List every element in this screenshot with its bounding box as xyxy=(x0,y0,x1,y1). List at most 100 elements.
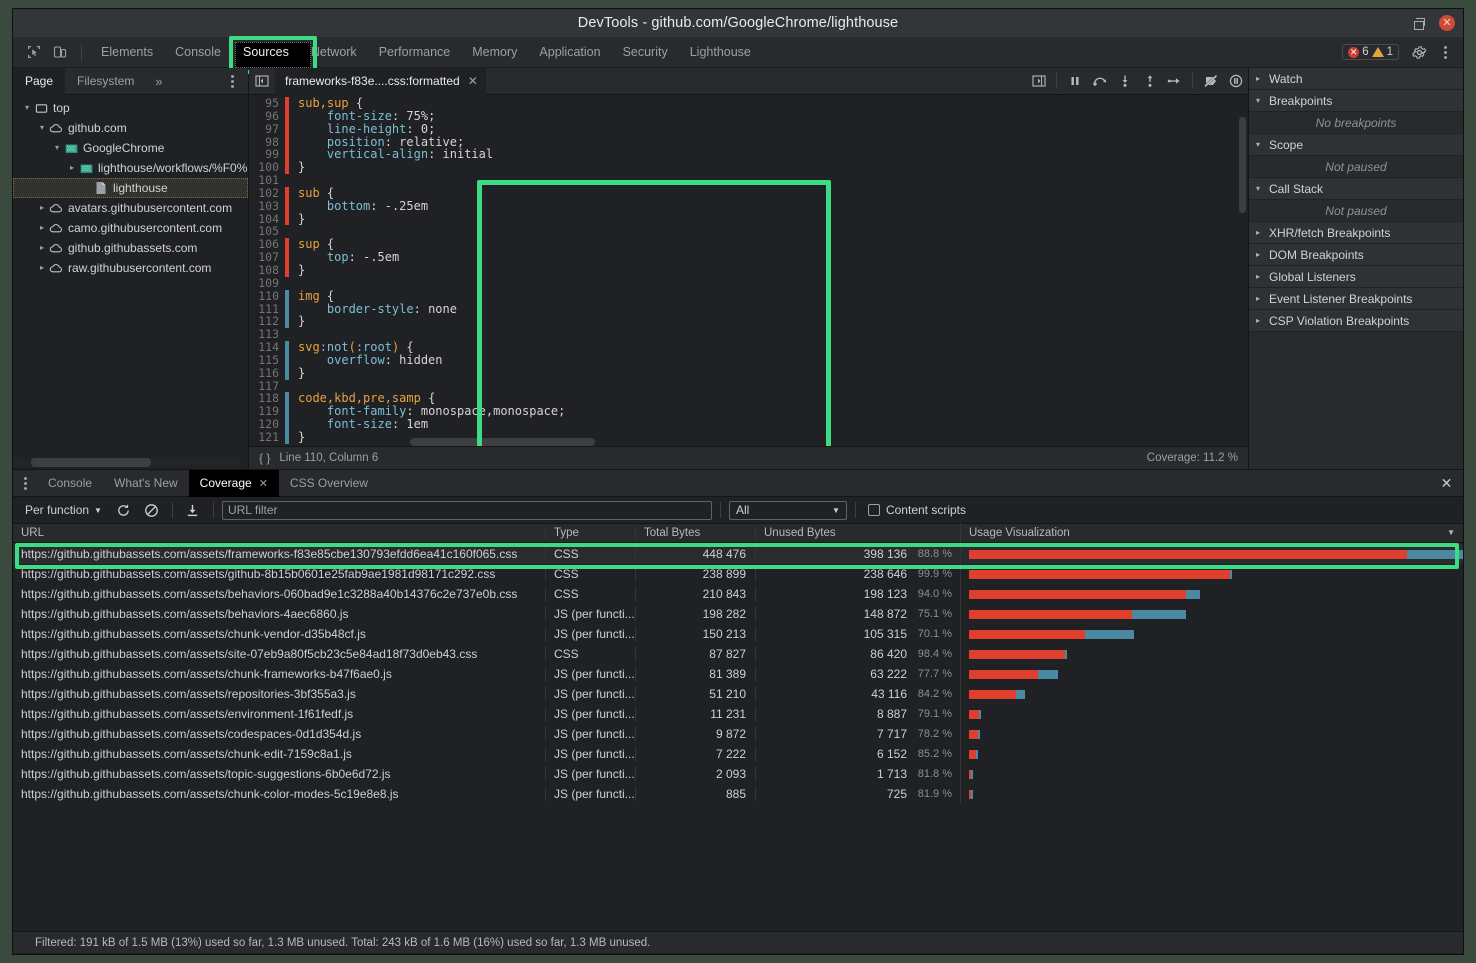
coverage-mode-select[interactable]: Per function ▼ xyxy=(19,503,108,517)
table-row[interactable]: https://github.githubassets.com/assets/c… xyxy=(13,724,1463,744)
code-editor[interactable]: 95 sub,sup {96 font-size: 75%; 97 line-hei… xyxy=(249,95,1248,446)
content-scripts-checkbox[interactable]: Content scripts xyxy=(867,503,966,517)
tree-node[interactable]: ▾ top xyxy=(13,98,248,118)
navigator-horizontal-scrollbar[interactable] xyxy=(13,458,241,467)
tab-elements[interactable]: Elements xyxy=(90,37,164,68)
code-line[interactable]: 104} xyxy=(249,212,1248,226)
nav-more-tabs-icon[interactable]: » xyxy=(146,74,171,89)
tab-sources[interactable]: Sources xyxy=(232,37,300,68)
more-options-icon[interactable] xyxy=(1433,40,1457,64)
chevron-down-icon[interactable]: ▾ xyxy=(21,98,33,118)
code-line[interactable]: 107 top: -.5em xyxy=(249,251,1248,264)
step-icon[interactable] xyxy=(1162,68,1187,95)
drawer-tab-css-overview[interactable]: CSS Overview xyxy=(279,470,379,497)
code-line[interactable]: 111 border-style: none xyxy=(249,302,1248,316)
tree-node[interactable]: ▸ avatars.githubusercontent.com xyxy=(13,198,248,218)
code-line[interactable]: 112} xyxy=(249,315,1248,329)
code-line[interactable]: 99 vertical-align: initial xyxy=(249,148,1248,162)
gear-icon[interactable] xyxy=(1407,40,1431,64)
tree-node[interactable]: ▸ github.githubassets.com xyxy=(13,238,248,258)
chevron-right-icon[interactable]: ▸ xyxy=(36,198,48,218)
coverage-rows[interactable]: https://github.githubassets.com/assets/f… xyxy=(13,543,1463,931)
sidebar-section-csp-violation-breakpoints[interactable]: ▸ CSP Violation Breakpoints xyxy=(1249,310,1463,332)
tab-lighthouse[interactable]: Lighthouse xyxy=(679,37,762,68)
tab-security[interactable]: Security xyxy=(612,37,679,68)
drawer-tab-whats-new[interactable]: What's New xyxy=(103,470,189,497)
restore-icon[interactable] xyxy=(1412,17,1425,30)
nav-tab-page[interactable]: Page xyxy=(13,67,66,95)
table-row[interactable]: https://github.githubassets.com/assets/c… xyxy=(13,664,1463,684)
step-over-icon[interactable] xyxy=(1087,68,1112,95)
table-row[interactable]: https://github.githubassets.com/assets/c… xyxy=(13,624,1463,644)
chevron-right-icon[interactable]: ▸ xyxy=(66,158,78,178)
drawer-tab-console[interactable]: Console xyxy=(37,470,103,497)
chevron-down-icon[interactable]: ▾ xyxy=(51,138,63,158)
tree-node[interactable]: ▸ raw.githubusercontent.com xyxy=(13,258,248,278)
chevron-down-icon[interactable]: ▾ xyxy=(36,118,48,138)
tree-node[interactable]: ▸ lighthouse/workflows/%F0% xyxy=(13,158,248,178)
table-row[interactable]: https://github.githubassets.com/assets/c… xyxy=(13,744,1463,764)
editor-horizontal-scrollbar[interactable] xyxy=(295,438,1248,446)
pause-script-icon[interactable] xyxy=(1062,68,1087,95)
tree-node[interactable]: ▾ GoogleChrome xyxy=(13,138,248,158)
table-row[interactable]: https://github.githubassets.com/assets/s… xyxy=(13,644,1463,664)
sidebar-section-breakpoints[interactable]: ▾ Breakpoints xyxy=(1249,90,1463,112)
step-out-icon[interactable] xyxy=(1137,68,1162,95)
tree-node[interactable]: ▾ github.com xyxy=(13,118,248,138)
column-header-type[interactable]: Type xyxy=(545,527,635,539)
tree-node[interactable]: ▸ camo.githubusercontent.com xyxy=(13,218,248,238)
close-icon[interactable]: ✕ xyxy=(468,74,478,88)
reload-icon[interactable] xyxy=(112,499,136,521)
drawer-tab-coverage[interactable]: Coverage ✕ xyxy=(188,469,279,497)
column-header-url[interactable]: URL xyxy=(13,527,545,539)
export-icon[interactable] xyxy=(181,499,205,521)
table-row[interactable]: https://github.githubassets.com/assets/e… xyxy=(13,704,1463,724)
code-line[interactable]: 108} xyxy=(249,264,1248,277)
code-line[interactable]: 105 xyxy=(249,225,1248,238)
chevron-right-icon[interactable]: ▸ xyxy=(36,218,48,238)
nav-tab-filesystem[interactable]: Filesystem xyxy=(65,68,146,95)
show-navigator-icon[interactable] xyxy=(249,68,275,95)
tab-performance[interactable]: Performance xyxy=(368,37,462,68)
tree-node[interactable]: lighthouse xyxy=(13,178,248,198)
code-line[interactable]: 120 font-size: 1em xyxy=(249,418,1248,431)
column-header-unused-bytes[interactable]: Unused Bytes xyxy=(755,527,960,539)
table-row[interactable]: https://github.githubassets.com/assets/c… xyxy=(13,784,1463,804)
chevron-right-icon[interactable]: ▸ xyxy=(36,258,48,278)
sidebar-section-scope[interactable]: ▾ Scope xyxy=(1249,134,1463,156)
sidebar-section-global-listeners[interactable]: ▸ Global Listeners xyxy=(1249,266,1463,288)
deactivate-breakpoints-icon[interactable] xyxy=(1198,68,1223,95)
pause-on-exceptions-icon[interactable] xyxy=(1223,68,1248,95)
tab-console[interactable]: Console xyxy=(164,37,232,68)
step-into-icon[interactable] xyxy=(1112,68,1137,95)
tab-application[interactable]: Application xyxy=(528,37,611,68)
sidebar-section-xhr-fetch-breakpoints[interactable]: ▸ XHR/fetch Breakpoints xyxy=(1249,222,1463,244)
column-header-usage-visualization[interactable]: Usage Visualization ▼ xyxy=(960,523,1463,543)
table-row[interactable]: https://github.githubassets.com/assets/r… xyxy=(13,684,1463,704)
chevron-right-icon[interactable]: ▸ xyxy=(36,238,48,258)
tab-memory[interactable]: Memory xyxy=(461,37,528,68)
table-row[interactable]: https://github.githubassets.com/assets/f… xyxy=(13,544,1463,564)
device-toolbar-icon[interactable] xyxy=(47,39,73,65)
code-line[interactable]: 101 xyxy=(249,174,1248,187)
table-row[interactable]: https://github.githubassets.com/assets/t… xyxy=(13,764,1463,784)
clear-icon[interactable] xyxy=(140,499,164,521)
editor-vertical-scrollbar[interactable] xyxy=(1237,95,1248,446)
table-row[interactable]: https://github.githubassets.com/assets/b… xyxy=(13,604,1463,624)
code-line[interactable]: 116} xyxy=(249,366,1248,380)
pretty-print-braces-icon[interactable]: { } xyxy=(259,451,270,465)
issues-counter[interactable]: ✕ 6 1 xyxy=(1342,44,1399,60)
type-filter-select[interactable]: All ▼ xyxy=(728,500,847,520)
show-debugger-sidebar-icon[interactable] xyxy=(1026,68,1051,95)
close-icon[interactable]: ✕ xyxy=(259,477,268,490)
code-line[interactable]: 100} xyxy=(249,161,1248,175)
sidebar-section-watch[interactable]: ▸ Watch xyxy=(1249,68,1463,90)
close-icon[interactable]: ✕ xyxy=(1439,15,1455,31)
sidebar-section-dom-breakpoints[interactable]: ▸ DOM Breakpoints xyxy=(1249,244,1463,266)
navigator-more-options-icon[interactable] xyxy=(222,71,242,91)
code-line[interactable]: 103 bottom: -.25em xyxy=(249,199,1248,213)
more-tools-icon[interactable] xyxy=(13,470,37,497)
file-tree[interactable]: ▾ top ▾ github.com ▾ GoogleChrome ▸ lighthouse/… xyxy=(13,95,248,469)
url-filter-input[interactable] xyxy=(221,500,712,520)
table-row[interactable]: https://github.githubassets.com/assets/g… xyxy=(13,564,1463,584)
